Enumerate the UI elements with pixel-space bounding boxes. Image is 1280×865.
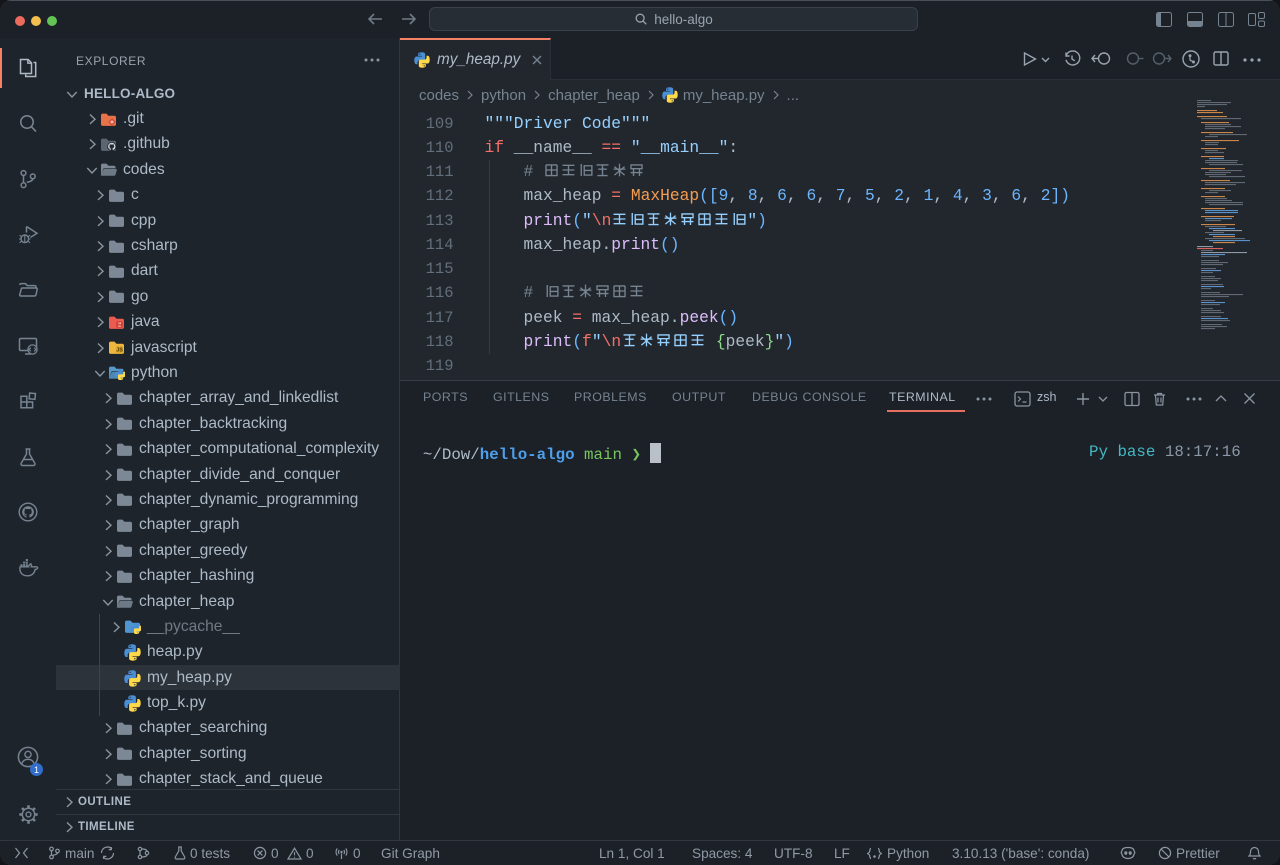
svg-text:JS: JS [116,348,123,354]
